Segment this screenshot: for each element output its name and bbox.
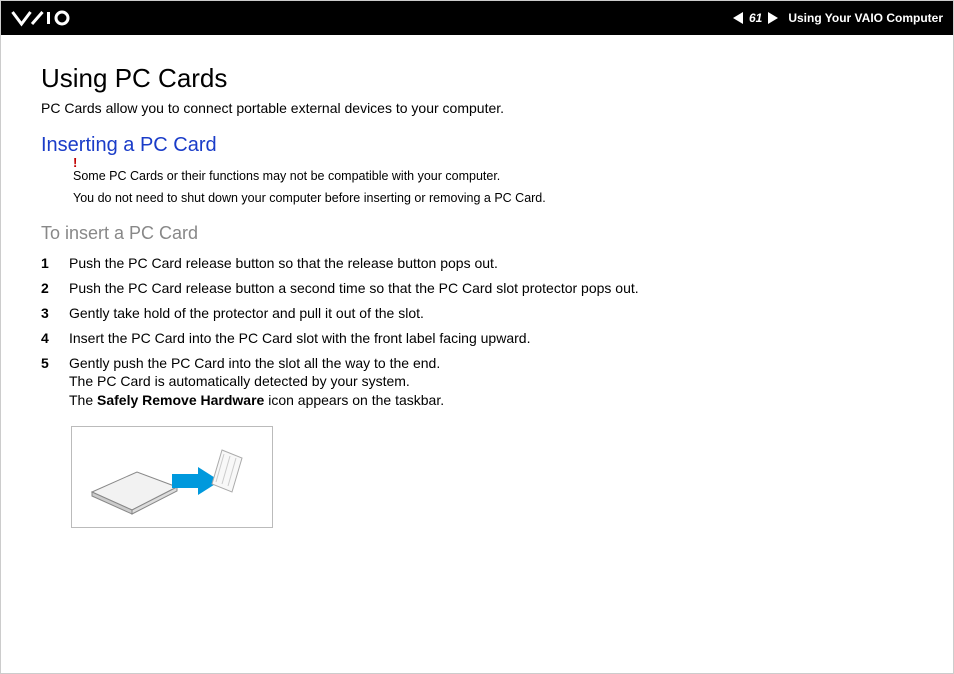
breadcrumb: Using Your VAIO Computer xyxy=(788,11,943,25)
steps-list: 1 Push the PC Card release button so tha… xyxy=(41,254,913,410)
page-content: Using PC Cards PC Cards allow you to con… xyxy=(1,35,953,548)
note-text: You do not need to shut down your comput… xyxy=(73,191,546,205)
prev-page-arrow-icon[interactable] xyxy=(733,12,743,24)
step-number: 1 xyxy=(41,254,55,273)
procedure-heading: To insert a PC Card xyxy=(41,223,913,244)
page-title: Using PC Cards xyxy=(41,63,913,94)
step-item: 1 Push the PC Card release button so tha… xyxy=(41,254,913,273)
step-text: Push the PC Card release button a second… xyxy=(69,279,639,298)
top-bar: 61 Using Your VAIO Computer xyxy=(1,1,953,35)
next-page-arrow-icon[interactable] xyxy=(768,12,778,24)
note-text: Some PC Cards or their functions may not… xyxy=(73,169,500,183)
section-heading: Inserting a PC Card xyxy=(41,134,913,157)
step-item: 2 Push the PC Card release button a seco… xyxy=(41,279,913,298)
step-item: 5 Gently push the PC Card into the slot … xyxy=(41,354,913,411)
step-number: 5 xyxy=(41,354,55,411)
intro-text: PC Cards allow you to connect portable e… xyxy=(41,100,913,116)
page-number: 61 xyxy=(749,11,762,25)
step-number: 3 xyxy=(41,304,55,323)
warning-icon: ! xyxy=(73,155,77,170)
warning-note: ! Some PC Cards or their functions may n… xyxy=(41,169,913,183)
step-text: Insert the PC Card into the PC Card slot… xyxy=(69,329,530,348)
header-nav: 61 Using Your VAIO Computer xyxy=(733,11,943,25)
step-text: Gently take hold of the protector and pu… xyxy=(69,304,424,323)
warning-notes: ! Some PC Cards or their functions may n… xyxy=(41,169,913,205)
step-number: 2 xyxy=(41,279,55,298)
step-item: 3 Gently take hold of the protector and … xyxy=(41,304,913,323)
step-text: Gently push the PC Card into the slot al… xyxy=(69,354,444,411)
step-text: Push the PC Card release button so that … xyxy=(69,254,498,273)
warning-note: You do not need to shut down your comput… xyxy=(41,191,913,205)
vaio-logo xyxy=(11,9,101,27)
insert-card-illustration xyxy=(71,426,273,528)
step-item: 4 Insert the PC Card into the PC Card sl… xyxy=(41,329,913,348)
step-number: 4 xyxy=(41,329,55,348)
document-page: 61 Using Your VAIO Computer Using PC Car… xyxy=(0,0,954,674)
